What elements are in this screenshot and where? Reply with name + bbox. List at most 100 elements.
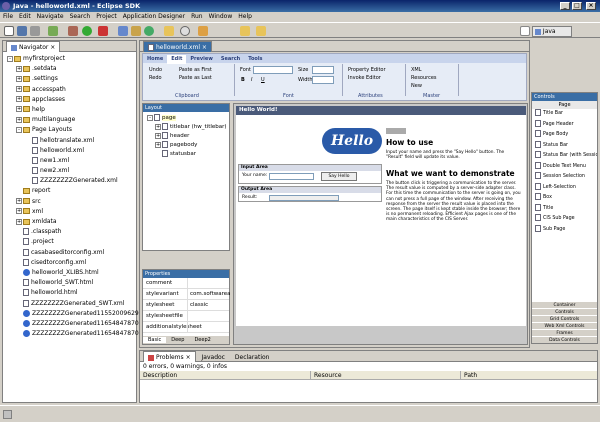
- save-icon[interactable]: [17, 26, 27, 36]
- navigator-item[interactable]: report: [7, 186, 136, 196]
- menu-window[interactable]: Window: [206, 13, 236, 20]
- navigator-item[interactable]: helloworld.html: [7, 288, 136, 298]
- props-tab-deep[interactable]: Deep: [166, 337, 189, 343]
- expand-toggle[interactable]: +: [16, 106, 22, 113]
- open-perspective-icon[interactable]: [520, 26, 530, 36]
- perspective-java[interactable]: Java: [532, 26, 572, 37]
- outline-node-pagebody[interactable]: + pagebody: [147, 141, 229, 150]
- navigator-item[interactable]: helloworld_SWT.html: [7, 278, 136, 288]
- navigator-item[interactable]: - myfirstproject: [7, 54, 136, 64]
- props-tab-deep2[interactable]: Deep2: [189, 337, 215, 343]
- italic-button[interactable]: I: [251, 76, 252, 84]
- property-row[interactable]: comment: [143, 278, 229, 289]
- property-editor-button[interactable]: Property Editor: [348, 66, 386, 74]
- navigator-item[interactable]: + appclasses: [7, 95, 136, 105]
- property-value[interactable]: com.softwarea: [187, 289, 231, 299]
- say-hello-button[interactable]: Say Hello: [321, 172, 357, 181]
- navigator-item[interactable]: + src: [7, 197, 136, 207]
- navigator-item[interactable]: casabaseditorconfig.xml: [7, 248, 136, 258]
- navigator-item[interactable]: helloworld_XLIBS.html: [7, 268, 136, 278]
- tab-declaration[interactable]: Declaration: [231, 354, 274, 361]
- invoke-editor-button[interactable]: Invoke Editor: [348, 74, 381, 82]
- navigator-item[interactable]: new2.xml: [7, 166, 136, 176]
- menu-help[interactable]: Help: [235, 13, 255, 20]
- new-icon[interactable]: [4, 26, 14, 36]
- forward-icon[interactable]: [256, 26, 266, 36]
- navigator-item[interactable]: .project: [7, 237, 136, 247]
- new-package-icon[interactable]: [131, 26, 141, 36]
- navigator-item[interactable]: ZZZZZZZZGenerated.xml: [7, 176, 136, 186]
- size-field[interactable]: [312, 66, 334, 74]
- navigator-tab[interactable]: Navigator ×: [6, 41, 61, 52]
- column-description[interactable]: Description: [143, 371, 177, 380]
- new-class-icon[interactable]: [144, 26, 154, 36]
- navigator-item[interactable]: hellotranslate.xml: [7, 136, 136, 146]
- palette-item[interactable]: Page Body: [535, 130, 597, 141]
- palette-category[interactable]: Controls: [532, 308, 597, 315]
- menu-navigate[interactable]: Navigate: [34, 13, 67, 20]
- open-folder-icon[interactable]: [164, 26, 174, 36]
- outline-node-statusbar[interactable]: statusbar: [147, 150, 229, 159]
- external-tools-icon[interactable]: [98, 26, 108, 36]
- expand-toggle[interactable]: +: [16, 208, 22, 215]
- pencil-icon[interactable]: [198, 26, 208, 36]
- expand-toggle[interactable]: -: [7, 55, 13, 62]
- navigator-item[interactable]: - Page Layouts: [7, 125, 136, 135]
- width-field[interactable]: [312, 76, 334, 84]
- underline-button[interactable]: U: [261, 76, 265, 84]
- ribbon-tab-tools[interactable]: Tools: [244, 55, 266, 64]
- property-row[interactable]: stylesheetfile: [143, 311, 229, 322]
- search-icon[interactable]: [180, 26, 190, 36]
- fast-view-icon[interactable]: [3, 410, 12, 419]
- palette-item[interactable]: Session Selection: [535, 172, 597, 183]
- print-icon[interactable]: [30, 26, 40, 36]
- palette-item[interactable]: Page Header: [535, 119, 597, 131]
- font-select[interactable]: [253, 66, 293, 74]
- minimize-button[interactable]: _: [560, 2, 570, 10]
- palette-category[interactable]: Frames: [532, 329, 597, 336]
- outline-node-page[interactable]: - page: [147, 114, 229, 123]
- expand-toggle[interactable]: -: [16, 126, 22, 133]
- navigator-item[interactable]: + multilanguage: [7, 115, 136, 125]
- navigator-item[interactable]: + accesspath: [7, 85, 136, 95]
- menu-file[interactable]: File: [0, 13, 16, 20]
- expand-toggle[interactable]: +: [16, 198, 22, 205]
- navigator-item[interactable]: + .setdata: [7, 64, 136, 74]
- palette-item[interactable]: Status Bar (with Session Info): [535, 151, 597, 162]
- resources-button[interactable]: Resources: [411, 74, 437, 82]
- navigator-item[interactable]: ZZZZZZZZGenerated1165484787094...: [7, 319, 152, 329]
- column-resource[interactable]: Resource: [310, 371, 342, 380]
- property-row[interactable]: additionalstylesheet: [143, 322, 229, 333]
- property-value[interactable]: [187, 311, 190, 321]
- navigator-item[interactable]: + .settings: [7, 74, 136, 84]
- ribbon-tab-edit[interactable]: Edit: [167, 55, 187, 64]
- expand-toggle[interactable]: +: [16, 65, 22, 72]
- column-path[interactable]: Path: [460, 371, 477, 380]
- navigator-item[interactable]: ZZZZZZZZGenerated_SWT.xml: [7, 299, 136, 309]
- debug-icon[interactable]: [68, 26, 78, 36]
- property-row[interactable]: stylesheet classic: [143, 300, 229, 311]
- palette-item[interactable]: Status Bar: [535, 140, 597, 152]
- palette-item[interactable]: CIS Sub Page: [535, 214, 597, 225]
- navigator-item[interactable]: cisedtorconfig.xml: [7, 258, 136, 268]
- bold-button[interactable]: B: [241, 76, 245, 84]
- navigator-item[interactable]: new1.xml: [7, 156, 136, 166]
- menu-run[interactable]: Run: [188, 13, 206, 20]
- outline-node-header[interactable]: + header: [147, 132, 229, 141]
- paste-last-button[interactable]: Paste as Last: [179, 74, 212, 82]
- navigator-item[interactable]: + help: [7, 105, 136, 115]
- ribbon-tab-search[interactable]: Search: [217, 55, 244, 64]
- back-icon[interactable]: [240, 26, 250, 36]
- menu-search[interactable]: Search: [67, 13, 94, 20]
- navigator-item[interactable]: ZZZZZZZZGenerated1165484787094...: [7, 329, 152, 339]
- expand-toggle[interactable]: +: [16, 218, 22, 225]
- expand-toggle[interactable]: +: [16, 75, 22, 82]
- new-button[interactable]: New: [411, 82, 422, 90]
- navigator-item[interactable]: ZZZZZZZZGenerated1155200962963.p: [7, 309, 152, 319]
- new-java-project-icon[interactable]: [118, 26, 128, 36]
- property-row[interactable]: stylevariant com.softwarea: [143, 289, 231, 300]
- navigator-item[interactable]: .classpath: [7, 227, 136, 237]
- navigator-item[interactable]: + xmldata: [7, 217, 136, 227]
- xml-button[interactable]: XML: [411, 66, 422, 74]
- palette-item[interactable]: Title: [535, 203, 597, 215]
